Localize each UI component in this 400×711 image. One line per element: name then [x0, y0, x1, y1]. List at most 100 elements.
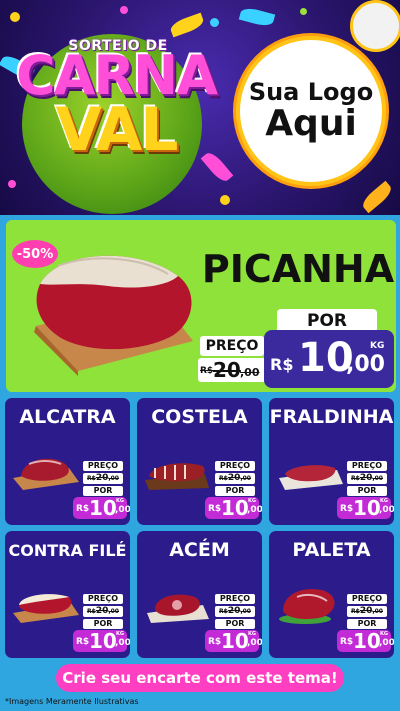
old-price: R$20,00 [347, 473, 387, 484]
old-price-dec: ,00 [372, 608, 383, 615]
price-dec: ,00 [379, 505, 394, 515]
feather-decoration [238, 5, 276, 29]
por-label: POR [215, 619, 255, 629]
meat-image [147, 594, 209, 623]
preco-label: PREÇO [215, 461, 255, 471]
price-tag: R$ 10 KG ,00 [205, 629, 262, 653]
old-price: R$20,00 [215, 606, 255, 617]
price-tag: R$ 10 KG ,00 [337, 496, 394, 520]
old-currency: R$ [87, 475, 96, 482]
price-tag: R$ 10 KG ,00 [73, 496, 130, 520]
product-card: COSTELA PREÇO R$20,00 POR R$ 10 KG ,00 [137, 398, 262, 525]
price-currency: R$ [76, 504, 90, 514]
meat-image [13, 594, 79, 623]
confetti-dot [220, 195, 230, 205]
product-name: CONTRA FILÉ [8, 541, 127, 560]
por-label: POR [347, 486, 387, 496]
product-card: ACÉM PREÇO R$20,00 POR R$ 10 KG ,00 [137, 531, 262, 658]
old-price-int: 20 [95, 606, 109, 616]
old-price-int: 20 [227, 606, 241, 616]
logo-text-line2: Aqui [265, 102, 357, 144]
product-name: ACÉM [169, 539, 230, 561]
price-int: 10 [89, 496, 117, 520]
badge-title-line2: VAL [55, 95, 178, 165]
product-card: PALETA PREÇO R$20,00 POR R$ 10 KG ,00 [269, 531, 394, 658]
meat-image [279, 589, 335, 624]
price-tag: R$ 10 KG ,00 [73, 629, 130, 653]
old-price-int: 20 [227, 473, 241, 483]
price-currency: R$ [208, 504, 222, 514]
product-card: CONTRA FILÉ PREÇO R$20,00 POR R$ 10 KG ,… [5, 531, 130, 658]
disclaimer-text: *Imagens Meramente Ilustrativas [5, 697, 139, 706]
meat-image [145, 463, 209, 490]
price-tag: R$ 10 KG ,00 [337, 629, 394, 653]
por-label: POR [215, 486, 255, 496]
feather-decoration [359, 180, 395, 214]
carnival-header: SORTEIO DE CARNA VAL Sua Logo Aqui [0, 0, 400, 215]
product-card: FRALDINHA PREÇO R$20,00 POR R$ 10 KG ,00 [269, 398, 394, 525]
price-unit: KG [380, 631, 388, 637]
price-dec: ,00 [247, 505, 262, 515]
old-price-dec: ,00 [240, 608, 251, 615]
price-currency: R$ [208, 637, 222, 647]
price-int: 10 [221, 629, 249, 653]
product-name: PALETA [292, 539, 371, 561]
hero-preco-label: PREÇO [200, 336, 264, 356]
drum-icon [350, 0, 400, 52]
hero-price: R$ 10 ,00 KG [264, 330, 394, 388]
old-price: R$20,00 [215, 473, 255, 484]
preco-label: PREÇO [83, 461, 123, 471]
logo-placeholder: Sua Logo Aqui [236, 36, 386, 186]
price-int: 10 [353, 496, 381, 520]
hero-currency: R$ [270, 355, 294, 374]
product-name: FRALDINHA [269, 406, 394, 428]
price-dec: ,00 [115, 505, 130, 515]
preco-label: PREÇO [347, 594, 387, 604]
product-name: ALCATRA [19, 406, 116, 428]
old-currency: R$ [351, 608, 360, 615]
old-price-dec: ,00 [240, 475, 251, 482]
logo-text-line1: Sua Logo [248, 77, 374, 106]
old-price-int: 20 [359, 473, 373, 483]
price-unit: KG [116, 631, 124, 637]
old-price: R$20,00 [83, 606, 123, 617]
price-unit: KG [380, 498, 388, 504]
price-currency: R$ [340, 637, 354, 647]
old-currency: R$ [351, 475, 360, 482]
price-currency: R$ [340, 504, 354, 514]
confetti-dot [10, 12, 20, 22]
por-label: POR [83, 486, 123, 496]
price-tag: R$ 10 KG ,00 [205, 496, 262, 520]
confetti-dot [120, 6, 128, 14]
old-currency: R$ [219, 475, 228, 482]
hero-old-dec: ,00 [240, 366, 260, 379]
old-price-int: 20 [95, 473, 109, 483]
feather-decoration [168, 12, 206, 38]
price-dec: ,00 [379, 638, 394, 648]
confetti-dot [8, 180, 16, 188]
old-price-dec: ,00 [372, 475, 383, 482]
feather-decoration [200, 149, 234, 185]
por-label: POR [347, 619, 387, 629]
hero-price-dec: ,00 [346, 352, 385, 377]
hero-unit: KG [370, 341, 385, 351]
preco-label: PREÇO [83, 594, 123, 604]
hero-old-int: 20 [213, 358, 241, 382]
price-currency: R$ [76, 637, 90, 647]
price-dec: ,00 [247, 638, 262, 648]
hero-old-currency: R$ [200, 366, 214, 376]
meat-image [13, 458, 79, 490]
old-price-dec: ,00 [108, 475, 119, 482]
price-int: 10 [89, 629, 117, 653]
product-card: ALCATRA PREÇO R$20,00 POR R$ 10 KG ,00 [5, 398, 130, 525]
price-int: 10 [353, 629, 381, 653]
price-unit: KG [248, 631, 256, 637]
hero-product-name: PICANHA [201, 247, 395, 291]
preco-label: PREÇO [215, 594, 255, 604]
create-flyer-button[interactable]: Crie seu encarte com este tema! [56, 664, 344, 692]
old-price-int: 20 [359, 606, 373, 616]
old-currency: R$ [219, 608, 228, 615]
price-dec: ,00 [115, 638, 130, 648]
discount-badge: -50% [12, 240, 58, 268]
confetti-dot [210, 18, 219, 27]
